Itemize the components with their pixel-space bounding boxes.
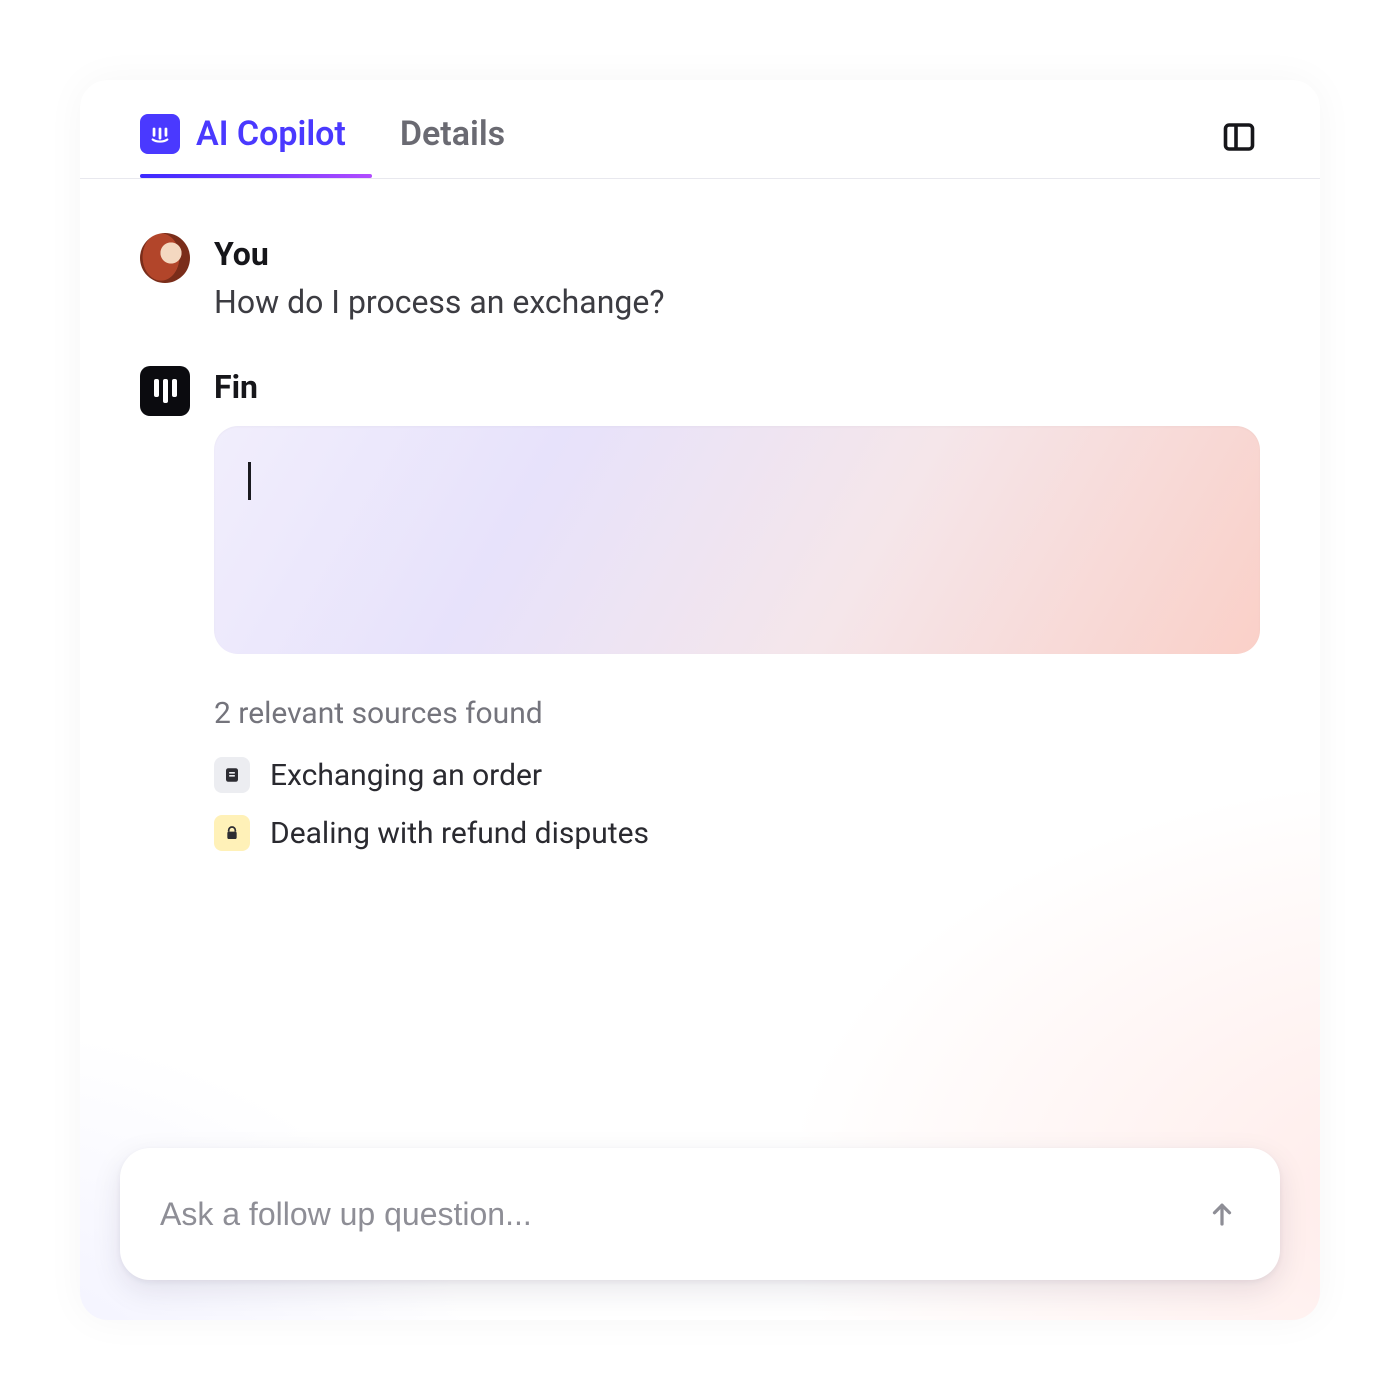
panel-layout-toggle[interactable] [1218,116,1260,158]
sources-heading: 2 relevant sources found [214,696,1260,731]
tab-details-label: Details [400,114,505,154]
user-avatar [140,233,190,283]
tab-bar: AI Copilot Details [80,80,1320,174]
typing-cursor [248,462,251,500]
message-user: You How do I process an exchange? [140,233,1260,324]
source-item[interactable]: Dealing with refund disputes [214,815,1260,851]
conversation: You How do I process an exchange? Fin 2 … [80,179,1320,1148]
lock-icon [214,815,250,851]
assistant-name: Fin [214,366,1260,406]
tab-ai-copilot-label: AI Copilot [196,114,346,154]
source-title: Dealing with refund disputes [270,816,649,851]
sources: 2 relevant sources found Exchanging an o… [214,696,1260,851]
send-button[interactable] [1198,1190,1246,1238]
source-title: Exchanging an order [270,758,542,793]
intercom-icon [140,114,180,154]
tab-ai-copilot[interactable]: AI Copilot [140,114,346,154]
followup-input[interactable] [160,1196,1198,1233]
user-name: You [214,233,1260,273]
message-assistant: Fin 2 relevant sources found Exchanging … [140,366,1260,873]
fin-avatar [140,366,190,416]
user-message-text: How do I process an exchange? [214,281,1260,324]
copilot-panel: AI Copilot Details You How do I proces [80,80,1320,1320]
tab-details[interactable]: Details [400,114,505,154]
composer [120,1148,1280,1280]
source-item[interactable]: Exchanging an order [214,757,1260,793]
assistant-response-box [214,426,1260,654]
document-icon [214,757,250,793]
